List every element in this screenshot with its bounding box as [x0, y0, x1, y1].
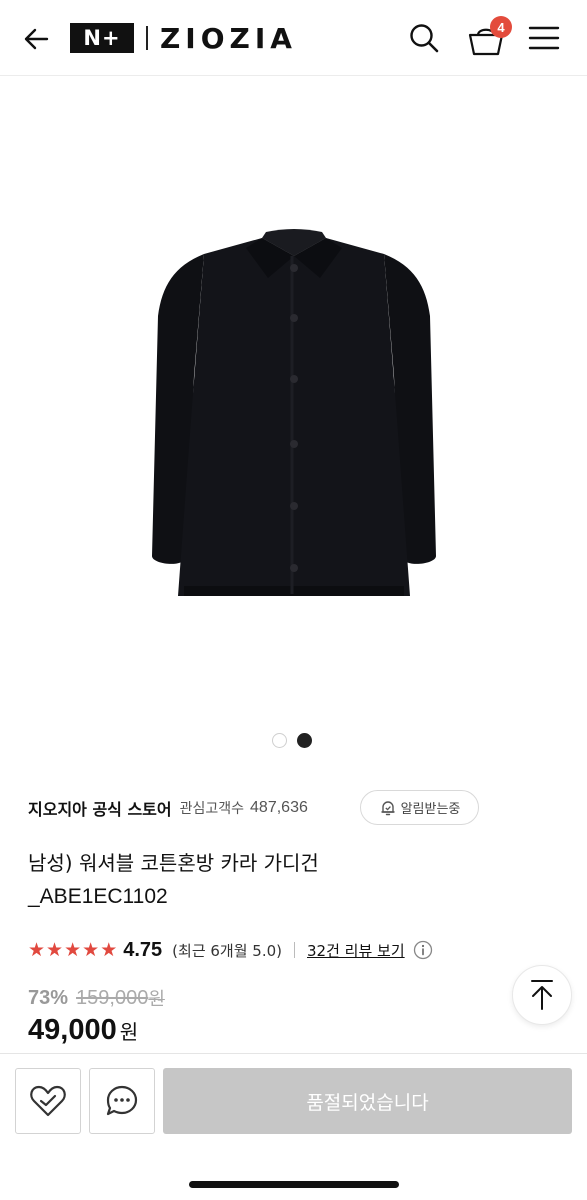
rating-value: 4.75	[123, 938, 163, 961]
review-link[interactable]: 32건 리뷰 보기	[307, 940, 405, 961]
menu-button[interactable]	[524, 18, 564, 58]
pagination-dot[interactable]	[272, 733, 287, 748]
original-price-row: 73% 159,000 원	[28, 984, 165, 1012]
search-icon	[410, 24, 439, 53]
star-icon: ★	[28, 938, 46, 961]
rating-stars: ★ ★ ★ ★ ★	[28, 938, 118, 961]
search-button[interactable]	[404, 18, 444, 58]
sold-out-button[interactable]: 품절되었습니다	[163, 1068, 572, 1134]
notify-label: 알림받는중	[400, 802, 461, 817]
wishlist-button[interactable]	[15, 1068, 81, 1134]
logo-divider	[146, 26, 148, 50]
star-icon: ★	[100, 938, 118, 961]
product-title-line1: 남성) 워셔블 코튼혼방 카라 가디건	[28, 851, 319, 875]
sale-price-row: 49,000 원	[28, 1014, 138, 1054]
cardigan-image	[151, 216, 436, 596]
discount-rate: 73%	[28, 986, 69, 1009]
store-name[interactable]: 지오지아 공식 스토어	[28, 796, 172, 820]
sale-price-unit: 원	[119, 1020, 139, 1044]
recent-rating: (최근 6개월 5.0)	[172, 941, 283, 960]
chat-button[interactable]	[89, 1068, 155, 1134]
hamburger-menu-icon	[528, 26, 560, 50]
divider	[294, 942, 296, 958]
fans-count: 487,636	[250, 799, 308, 816]
heart-check-icon	[30, 1085, 66, 1117]
cart-count-badge: 4	[490, 16, 512, 38]
home-indicator	[189, 1181, 399, 1188]
brand-logo[interactable]: N+ ZIOZIA	[70, 21, 297, 55]
arrow-left-icon	[24, 28, 49, 50]
rating-row: ★ ★ ★ ★ ★ 4.75 (최근 6개월 5.0) 32건 리뷰 보기	[28, 936, 433, 964]
bottom-action-bar: 품절되었습니다	[0, 1053, 587, 1200]
bell-check-icon	[380, 800, 395, 815]
product-title-line2: _ABE1EC1102	[28, 885, 168, 908]
product-image[interactable]	[0, 76, 587, 716]
image-pagination	[272, 733, 312, 748]
pagination-dot-active[interactable]	[297, 733, 312, 748]
info-icon[interactable]	[413, 940, 433, 960]
star-icon: ★	[82, 938, 100, 961]
logo-box: N+	[70, 23, 134, 53]
product-title: 남성) 워셔블 코튼혼방 카라 가디건 _ABE1EC1102	[28, 846, 548, 914]
star-icon: ★	[64, 938, 82, 961]
logo-text: ZIOZIA	[160, 21, 297, 55]
cart-button[interactable]: 4	[464, 14, 512, 60]
sale-price: 49,000	[28, 1014, 117, 1046]
scroll-top-button[interactable]	[512, 965, 572, 1025]
back-button[interactable]	[16, 20, 56, 58]
original-price: 159,000	[76, 986, 149, 1009]
arrow-up-icon	[531, 980, 553, 1010]
original-price-unit: 원	[148, 989, 165, 1010]
fans-label: 관심고객수	[179, 801, 245, 817]
notify-toggle-button[interactable]: 알림받는중	[360, 790, 479, 825]
store-info: 지오지아 공식 스토어 관심고객수 487,636 알림받는중	[28, 790, 568, 826]
star-icon: ★	[46, 938, 64, 961]
top-app-bar: N+ ZIOZIA 4	[0, 0, 587, 76]
chat-bubble-icon	[106, 1085, 138, 1116]
